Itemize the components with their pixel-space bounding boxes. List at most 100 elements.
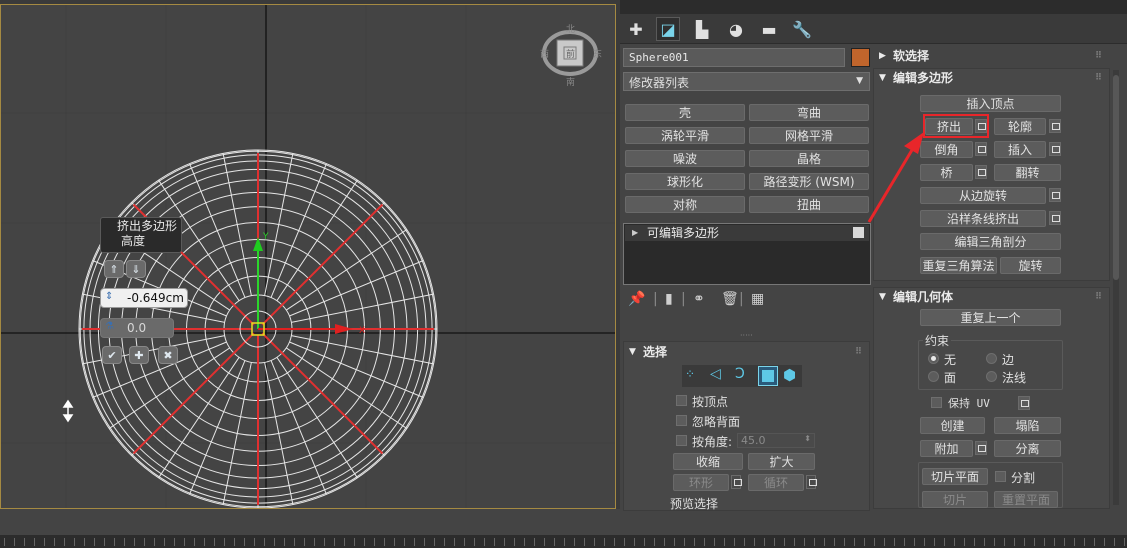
bridge-button[interactable]: 桥 bbox=[920, 164, 973, 181]
slice-button[interactable]: 切片 bbox=[922, 491, 988, 508]
scrollbar-thumb[interactable] bbox=[1113, 75, 1119, 280]
viewcube[interactable]: 前 西 东 北 南 bbox=[540, 24, 602, 88]
attach-settings-button[interactable] bbox=[975, 441, 987, 455]
perspective-viewport[interactable]: Y X 前 西 东 北 南 挤出多边形 高度 ⇑ ⇓ ⇕ -0.649cm ⚗ … bbox=[0, 4, 616, 509]
loop-spinner[interactable] bbox=[806, 475, 817, 489]
constraint-normal-radio[interactable] bbox=[986, 371, 997, 382]
bevel-button[interactable]: 倒角 bbox=[920, 141, 973, 158]
border-level-icon[interactable]: Ͻ bbox=[735, 366, 745, 382]
display-tab-icon[interactable]: ▬ bbox=[757, 17, 781, 41]
panel-divider-grip[interactable]: ····· bbox=[740, 331, 753, 340]
expand-icon[interactable]: ▶ bbox=[632, 225, 638, 241]
bridge-settings-button[interactable] bbox=[975, 165, 987, 179]
pin-stack-icon[interactable]: 📌 bbox=[628, 291, 645, 307]
modifier-stack[interactable]: ▶ 可编辑多边形 bbox=[623, 223, 871, 285]
by-vertex-checkbox[interactable] bbox=[676, 395, 687, 406]
preserve-uv-settings-button[interactable] bbox=[1018, 396, 1030, 410]
modifier-button-lattice[interactable]: 晶格 bbox=[749, 150, 869, 167]
create-button[interactable]: 创建 bbox=[920, 417, 985, 434]
insert-vertex-button[interactable]: 插入顶点 bbox=[920, 95, 1061, 112]
extrude-secondary-field[interactable]: ⚗ 0.0 bbox=[100, 318, 174, 338]
caddy-cancel-button[interactable]: ✖ bbox=[158, 346, 178, 364]
ignore-backfacing-checkbox[interactable] bbox=[676, 415, 687, 426]
extrude-along-spline-settings-button[interactable] bbox=[1049, 211, 1061, 225]
repeat-last-button[interactable]: 重复上一个 bbox=[920, 309, 1061, 326]
collapse-button[interactable]: 塌陷 bbox=[994, 417, 1061, 434]
element-level-icon[interactable]: ⬢ bbox=[783, 366, 796, 384]
modifier-button-shell[interactable]: 壳 bbox=[625, 104, 745, 121]
ring-spinner[interactable] bbox=[731, 475, 742, 489]
loop-button[interactable]: 循环 bbox=[748, 474, 804, 491]
object-color-swatch[interactable] bbox=[851, 48, 870, 67]
inset-settings-button[interactable] bbox=[1049, 142, 1061, 156]
time-slider-bar[interactable] bbox=[0, 509, 1127, 548]
by-angle-checkbox[interactable] bbox=[676, 435, 687, 446]
utilities-tab-icon[interactable]: 🔧 bbox=[790, 17, 814, 41]
inset-button[interactable]: 插入 bbox=[994, 141, 1046, 158]
turn-button[interactable]: 旋转 bbox=[1000, 257, 1061, 274]
command-panel-scrollbar[interactable] bbox=[1113, 70, 1119, 505]
move-gizmo[interactable]: Y X bbox=[251, 232, 365, 336]
soft-selection-header[interactable]: ▶ 软选择 ⠿ bbox=[873, 47, 1110, 65]
configure-modifier-sets-icon[interactable]: ▦ bbox=[751, 291, 764, 307]
bevel-settings-button[interactable] bbox=[975, 142, 987, 156]
outline-button[interactable]: 轮廓 bbox=[994, 118, 1046, 135]
ruler-tick bbox=[364, 538, 365, 546]
modifier-button-symmetry[interactable]: 对称 bbox=[625, 196, 745, 213]
detach-button[interactable]: 分离 bbox=[994, 440, 1061, 457]
polygon-level-icon[interactable] bbox=[758, 366, 778, 386]
modifier-button-meshsmooth[interactable]: 网格平滑 bbox=[749, 127, 869, 144]
caddy-apply-button[interactable]: ✚ bbox=[129, 346, 149, 364]
hinge-settings-button[interactable] bbox=[1049, 188, 1061, 202]
flip-button[interactable]: 翻转 bbox=[994, 164, 1061, 181]
caddy-ok-button[interactable]: ✔ bbox=[102, 346, 122, 364]
hinge-from-edge-button[interactable]: 从边旋转 bbox=[920, 187, 1046, 204]
constraint-face-radio[interactable] bbox=[928, 371, 939, 382]
object-name-field[interactable]: Sphere001 bbox=[623, 48, 845, 67]
hierarchy-tab-icon[interactable]: ▙ bbox=[690, 17, 714, 41]
extrude-local-icon: ⇓ bbox=[131, 262, 141, 276]
remove-modifier-icon[interactable]: 🗑 bbox=[721, 291, 739, 307]
split-checkbox[interactable] bbox=[995, 471, 1006, 482]
angle-spinner[interactable]: 45.0 ⬍ bbox=[737, 433, 815, 448]
ruler-tick bbox=[494, 538, 495, 546]
outline-settings-button[interactable] bbox=[1049, 119, 1061, 133]
stack-item-editable-poly[interactable]: ▶ 可编辑多边形 bbox=[625, 225, 869, 241]
modify-tab-icon[interactable]: ◪ bbox=[656, 17, 680, 41]
caddy-extrude-type-button[interactable]: ⇑ bbox=[104, 260, 124, 278]
edit-triangulation-button[interactable]: 编辑三角剖分 bbox=[920, 233, 1061, 250]
ring-button[interactable]: 环形 bbox=[673, 474, 729, 491]
reset-plane-button[interactable]: 重置平面 bbox=[994, 491, 1058, 508]
ruler-tick bbox=[994, 538, 995, 546]
constraint-edge-radio[interactable] bbox=[986, 353, 997, 364]
make-unique-icon[interactable]: ⚭ bbox=[693, 291, 705, 307]
selection-rollout-header[interactable]: ▼ 选择 ⠿ bbox=[623, 343, 870, 361]
constraint-none-radio[interactable] bbox=[928, 353, 939, 364]
motion-tab-icon[interactable]: ◕ bbox=[724, 17, 748, 41]
grow-button[interactable]: 扩大 bbox=[748, 453, 815, 470]
modifier-list-dropdown[interactable]: 修改器列表 ▼ bbox=[623, 72, 870, 91]
modifier-button-spherify[interactable]: 球形化 bbox=[625, 173, 745, 190]
modifier-button-bend[interactable]: 弯曲 bbox=[749, 104, 869, 121]
attach-button[interactable]: 附加 bbox=[920, 440, 973, 457]
preserve-uv-checkbox[interactable] bbox=[931, 397, 942, 408]
extrude-along-spline-button[interactable]: 沿样条线挤出 bbox=[920, 210, 1046, 227]
show-end-result-icon[interactable]: ▮ bbox=[665, 291, 673, 307]
modifier-button-pathdeform[interactable]: 路径变形 (WSM) bbox=[749, 173, 869, 190]
shrink-button[interactable]: 收缩 bbox=[673, 453, 743, 470]
slice-plane-button[interactable]: 切片平面 bbox=[922, 468, 988, 485]
caddy-extrude-local-button[interactable]: ⇓ bbox=[126, 260, 146, 278]
modifier-button-twist[interactable]: 扭曲 bbox=[749, 196, 869, 213]
viewport-canvas[interactable]: Y X 前 西 东 北 南 bbox=[1, 5, 616, 509]
edit-polygons-header[interactable]: ▼ 编辑多边形 ⠿ bbox=[873, 69, 1110, 87]
vertex-level-icon[interactable]: ⁘ bbox=[685, 367, 695, 381]
modifier-button-turbosmooth[interactable]: 涡轮平滑 bbox=[625, 127, 745, 144]
create-tab-icon[interactable]: ✚ bbox=[624, 17, 648, 41]
edit-geometry-header[interactable]: ▼ 编辑几何体 ⠿ bbox=[873, 288, 1110, 306]
edge-level-icon[interactable]: ◁ bbox=[710, 366, 721, 382]
extrude-height-field[interactable]: ⇕ -0.649cm bbox=[100, 288, 188, 308]
track-bar-ruler[interactable] bbox=[0, 535, 1127, 548]
modifier-button-noise[interactable]: 噪波 bbox=[625, 150, 745, 167]
retriangulate-button[interactable]: 重复三角算法 bbox=[920, 257, 997, 274]
stack-item-toggle[interactable] bbox=[853, 227, 864, 238]
